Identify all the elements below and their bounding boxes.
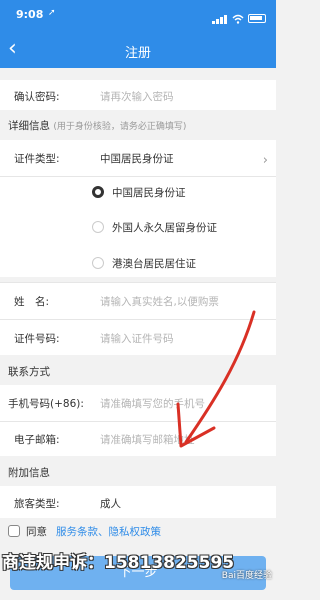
annotation-arrow-icon <box>176 310 256 448</box>
